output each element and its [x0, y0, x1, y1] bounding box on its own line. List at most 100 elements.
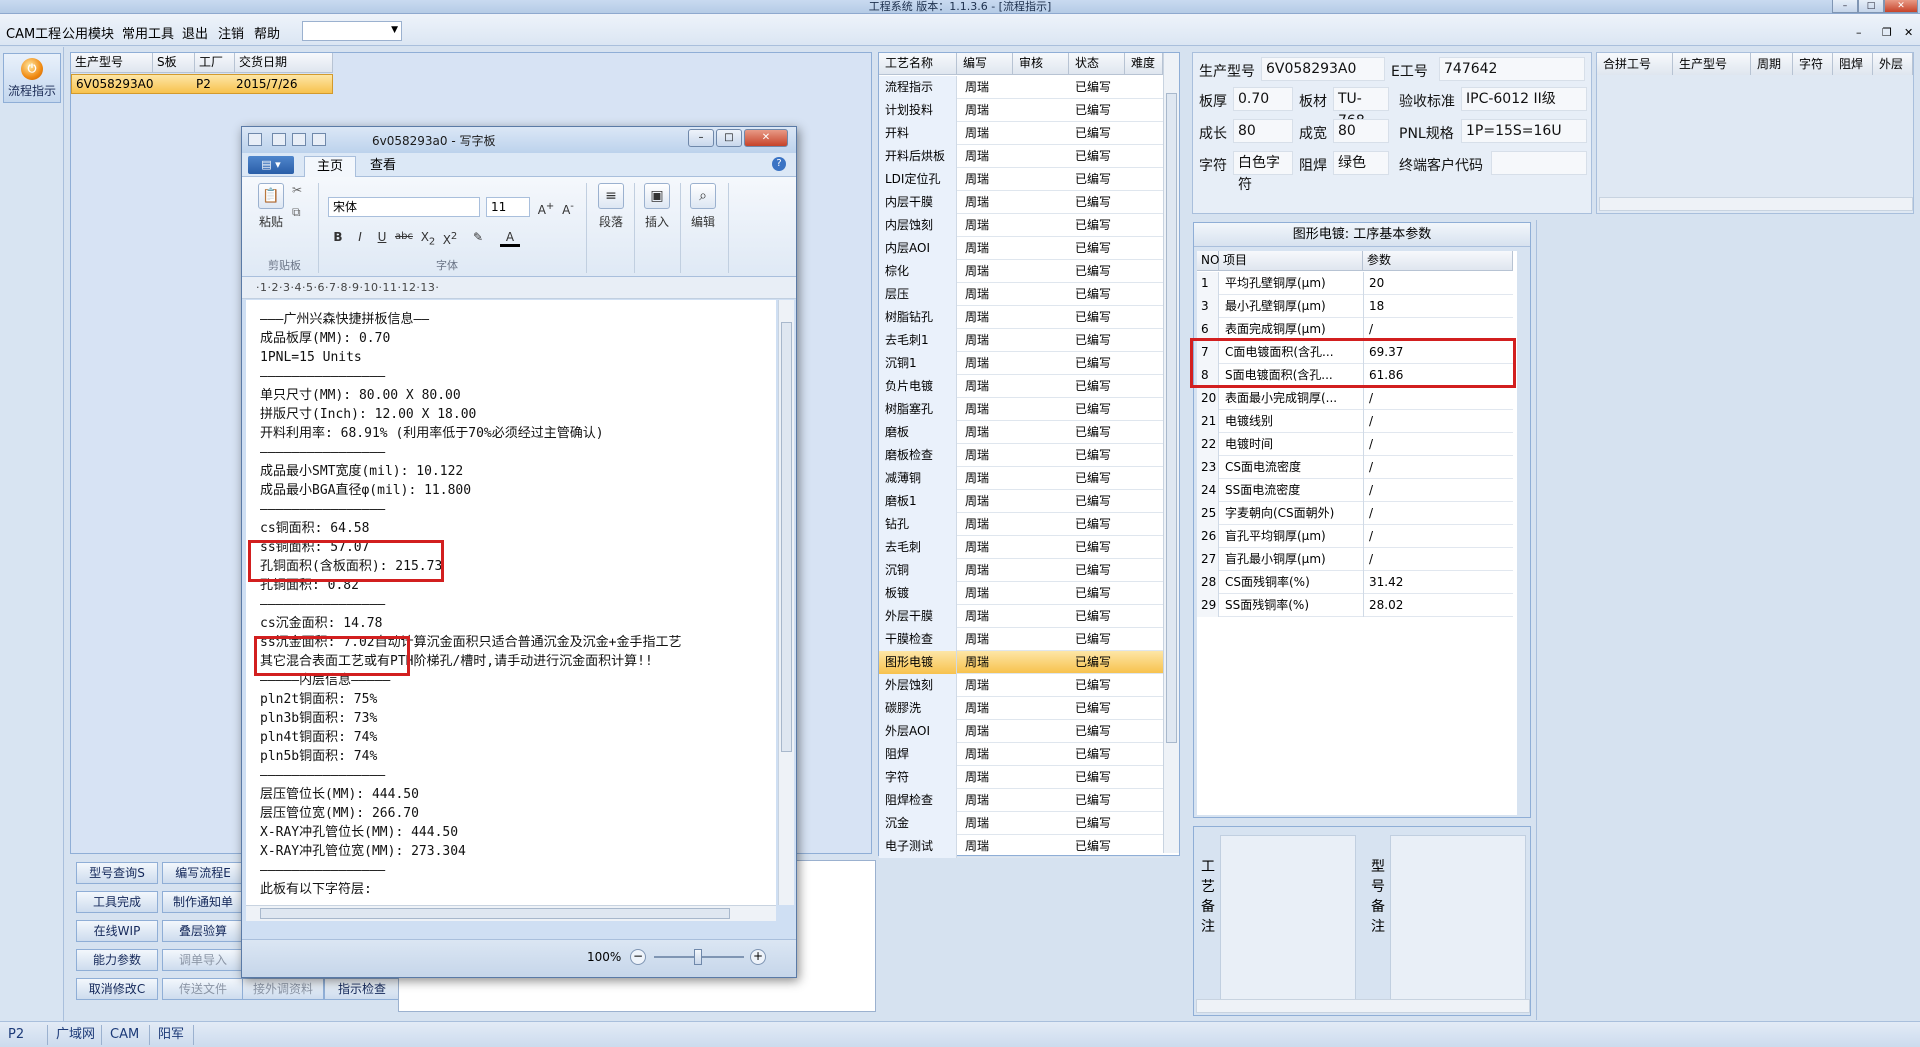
zoom-slider-thumb[interactable] — [694, 949, 702, 965]
menu-logout[interactable]: 注销 — [218, 23, 244, 42]
col-header-item[interactable]: 项目 — [1219, 251, 1363, 271]
param-row[interactable]: 29 SS面残铜率(%) 28.02 — [1197, 594, 1513, 617]
process-row[interactable]: 树脂塞孔 周瑞 已编写 — [879, 398, 1163, 421]
make-notice-button[interactable]: 制作通知单 — [162, 891, 244, 913]
process-row[interactable]: 棕化 周瑞 已编写 — [879, 260, 1163, 283]
param-row[interactable]: 20 表面最小完成铜厚(... / — [1197, 387, 1513, 410]
process-row[interactable]: 负片电镀 周瑞 已编写 — [879, 375, 1163, 398]
process-row[interactable]: 去毛刺1 周瑞 已编写 — [879, 329, 1163, 352]
flow-indicator-button[interactable]: ⏻ 流程指示 — [3, 53, 61, 103]
tool-complete-button[interactable]: 工具完成 — [76, 891, 158, 913]
save-icon[interactable] — [272, 133, 286, 146]
wordpad-minimize-button[interactable]: – — [688, 129, 714, 147]
strikethrough-icon[interactable]: abc — [394, 227, 414, 247]
subscript-icon[interactable]: X2 — [418, 227, 438, 247]
process-row[interactable]: 内层干膜 周瑞 已编写 — [879, 191, 1163, 214]
process-row[interactable]: 外层蚀刻 周瑞 已编写 — [879, 674, 1163, 697]
cancel-edit-button[interactable]: 取消修改C — [76, 978, 158, 1000]
param-row[interactable]: 1 平均孔壁铜厚(μm) 20 — [1197, 272, 1513, 295]
bold-icon[interactable]: B — [328, 227, 348, 247]
minimize-button[interactable]: – — [1832, 0, 1858, 13]
process-row[interactable]: 阻焊检查 周瑞 已编写 — [879, 789, 1163, 812]
remarks-horizontal-scrollbar[interactable] — [1196, 999, 1530, 1013]
param-row[interactable]: 26 盲孔平均铜厚(μm) / — [1197, 525, 1513, 548]
process-row[interactable]: 图形电镀 周瑞 已编写 — [879, 651, 1163, 674]
col-header-param[interactable]: 参数 — [1363, 251, 1513, 271]
edit-button[interactable]: ⌕ 编辑 — [684, 183, 722, 230]
maximize-button[interactable]: □ — [1858, 0, 1884, 13]
process-row[interactable]: 阻焊 周瑞 已编写 — [879, 743, 1163, 766]
process-row[interactable]: 树脂钻孔 周瑞 已编写 — [879, 306, 1163, 329]
shrink-font-icon[interactable]: A- — [558, 197, 578, 217]
instruction-check-button[interactable]: 指示检查 — [324, 978, 400, 1000]
scroll-thumb[interactable] — [1166, 93, 1177, 743]
document-horizontal-scrollbar[interactable] — [246, 905, 776, 921]
process-row[interactable]: 沉金 周瑞 已编写 — [879, 812, 1163, 835]
wordpad-maximize-button[interactable]: □ — [716, 129, 742, 147]
col-header-model[interactable]: 生产型号 — [71, 53, 153, 73]
send-file-button[interactable]: 传送文件 — [162, 978, 244, 1000]
capability-params-button[interactable]: 能力参数 — [76, 949, 158, 971]
stackup-check-button[interactable]: 叠层验算 — [162, 920, 244, 942]
process-row[interactable]: 外层干膜 周瑞 已编写 — [879, 605, 1163, 628]
col-header-delivery-date[interactable]: 交货日期 — [235, 53, 333, 73]
param-row[interactable]: 28 CS面残铜率(%) 31.42 — [1197, 571, 1513, 594]
online-wip-button[interactable]: 在线WIP — [76, 920, 158, 942]
import-order-button[interactable]: 调单导入 — [162, 949, 244, 971]
col-header-difficulty[interactable]: 难度 — [1125, 53, 1163, 75]
font-color-icon[interactable]: A — [500, 227, 520, 247]
paste-button[interactable]: 📋 粘贴 — [252, 183, 290, 230]
redo-icon[interactable] — [312, 133, 326, 146]
process-row[interactable]: 磨板 周瑞 已编写 — [879, 421, 1163, 444]
process-row[interactable]: 碳膠洗 周瑞 已编写 — [879, 697, 1163, 720]
process-row[interactable]: 开料后烘板 周瑞 已编写 — [879, 145, 1163, 168]
param-row[interactable]: 24 SS面电流密度 / — [1197, 479, 1513, 502]
mdi-restore-icon[interactable]: ❐ — [1882, 26, 1892, 39]
merge-horizontal-scrollbar[interactable] — [1599, 197, 1913, 211]
highlight-icon[interactable]: ✎ — [468, 227, 488, 247]
col-header-legend[interactable]: 字符 — [1793, 53, 1833, 75]
col-header-outer[interactable]: 外层 — [1873, 53, 1913, 75]
process-row[interactable]: 开料 周瑞 已编写 — [879, 122, 1163, 145]
process-row[interactable]: 去毛刺 周瑞 已编写 — [879, 536, 1163, 559]
process-row[interactable]: 钻孔 周瑞 已编写 — [879, 513, 1163, 536]
col-header-merge-model[interactable]: 生产型号 — [1673, 53, 1751, 75]
col-header-cycle[interactable]: 周期 — [1751, 53, 1793, 75]
menu-exit[interactable]: 退出 — [182, 23, 208, 42]
document-vertical-scrollbar[interactable] — [778, 300, 794, 905]
param-row[interactable]: 3 最小孔壁铜厚(μm) 18 — [1197, 295, 1513, 318]
scroll-thumb[interactable] — [781, 322, 792, 752]
italic-icon[interactable]: I — [350, 227, 370, 247]
close-button[interactable]: ✕ — [1884, 0, 1918, 13]
cut-icon[interactable]: ✂ — [292, 183, 302, 197]
process-row[interactable]: 计划投料 周瑞 已编写 — [879, 99, 1163, 122]
external-data-button[interactable]: 接外调资料 — [242, 978, 324, 1000]
process-row[interactable]: 外层AOI 周瑞 已编写 — [879, 720, 1163, 743]
menu-cam[interactable]: CAM工程 — [6, 23, 61, 42]
document-area[interactable]: ———广州兴森快捷拼板信息—— 成品板厚(MM): 0.70 1PNL=15 Uni… — [246, 300, 776, 905]
process-row[interactable]: 板镀 周瑞 已编写 — [879, 582, 1163, 605]
wordpad-close-button[interactable]: ✕ — [744, 129, 788, 147]
edit-flow-button[interactable]: 编写流程E — [162, 862, 244, 884]
process-row[interactable]: 流程指示 周瑞 已编写 — [879, 76, 1163, 99]
menu-common-module[interactable]: 公用模块 — [62, 23, 114, 42]
process-row[interactable]: 减薄铜 周瑞 已编写 — [879, 467, 1163, 490]
param-row[interactable]: 21 电镀线别 / — [1197, 410, 1513, 433]
menu-help[interactable]: 帮助 — [254, 23, 280, 42]
process-row[interactable]: LDI定位孔 周瑞 已编写 — [879, 168, 1163, 191]
paragraph-button[interactable]: ≡ 段落 — [592, 183, 630, 230]
param-row[interactable]: 22 电镀时间 / — [1197, 433, 1513, 456]
mdi-minimize-icon[interactable]: – — [1856, 26, 1862, 39]
superscript-icon[interactable]: X2 — [440, 227, 460, 247]
process-row[interactable]: 内层蚀刻 周瑞 已编写 — [879, 214, 1163, 237]
process-remarks-box[interactable] — [1220, 835, 1356, 1001]
font-name-select[interactable]: 宋体 — [328, 197, 480, 217]
grow-font-icon[interactable]: A+ — [536, 197, 556, 217]
process-row[interactable]: 层压 周瑞 已编写 — [879, 283, 1163, 306]
process-row[interactable]: 内层AOI 周瑞 已编写 — [879, 237, 1163, 260]
wordpad-app-icon[interactable] — [248, 133, 262, 146]
tab-view[interactable]: 查看 — [358, 156, 408, 177]
process-scrollbar[interactable] — [1163, 53, 1179, 853]
zoom-out-icon[interactable]: − — [630, 949, 646, 965]
col-header-merge-no[interactable]: 合拼工号 — [1597, 53, 1673, 75]
